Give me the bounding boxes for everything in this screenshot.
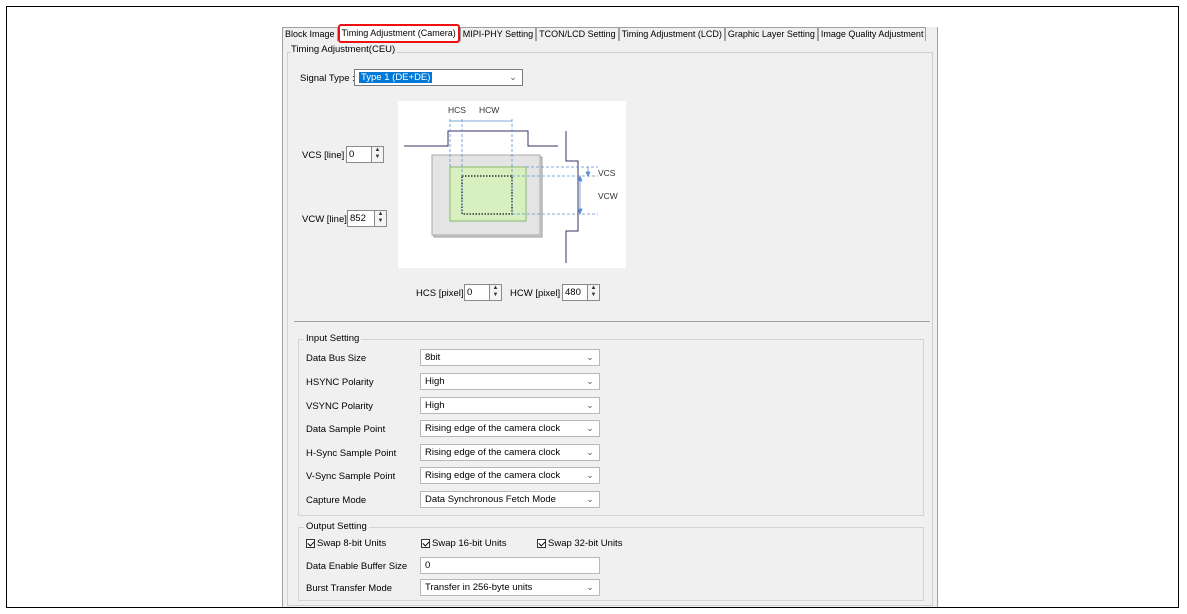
data-bus-size-label: Data Bus Size <box>306 353 367 364</box>
hcs-value: 0 <box>467 287 473 298</box>
hsync-polarity-value: High <box>425 376 445 387</box>
tab-bar: Block Image Timing Adjustment (Camera) M… <box>282 24 927 43</box>
capture-mode-value: Data Synchronous Fetch Mode <box>425 494 556 505</box>
checkbox-checked-icon <box>306 539 315 548</box>
hcw-value: 480 <box>565 287 581 298</box>
tab-mipi-phy-setting[interactable]: MIPI-PHY Setting <box>459 27 537 41</box>
spin-arrows-icon[interactable]: ▲ ▼ <box>371 147 383 162</box>
vcw-spinner[interactable]: 852 ▲ ▼ <box>347 210 387 227</box>
signal-type-label: Signal Type : <box>300 73 355 84</box>
chevron-down-icon: ⌄ <box>586 582 594 592</box>
chevron-down-icon: ⌄ <box>586 447 594 457</box>
data-bus-size-select[interactable]: 8bit ⌄ <box>420 349 600 366</box>
checkbox-checked-icon <box>537 539 546 548</box>
swap-8bit-label: Swap 8-bit Units <box>317 538 387 549</box>
output-setting-title: Output Setting <box>304 521 369 532</box>
tab-image-quality-adjustment[interactable]: Image Quality Adjustment <box>817 27 927 41</box>
vcs-diagram-label: VCS <box>598 168 616 178</box>
chevron-down-icon: ⌄ <box>586 494 594 504</box>
vsync-polarity-label: VSYNC Polarity <box>306 401 374 412</box>
hcs-label: HCS [pixel] <box>416 288 464 299</box>
vcs-value: 0 <box>349 149 355 160</box>
timing-diagram: HCS HCW VCS VCW <box>398 101 626 268</box>
capture-mode-select[interactable]: Data Synchronous Fetch Mode ⌄ <box>420 491 600 508</box>
chevron-down-icon: ⌄ <box>586 423 594 433</box>
hcs-diagram-label: HCS <box>448 105 466 115</box>
data-sample-point-label: Data Sample Point <box>306 424 386 435</box>
swap-32bit-checkbox[interactable]: Swap 32-bit Units <box>537 538 622 549</box>
hcw-spinner[interactable]: 480 ▲ ▼ <box>562 284 600 301</box>
spin-arrows-icon[interactable]: ▲ ▼ <box>587 285 599 300</box>
vcw-value: 852 <box>350 213 366 224</box>
input-setting-title: Input Setting <box>304 333 362 344</box>
vcw-diagram-label: VCW <box>598 191 618 201</box>
burst-transfer-mode-value: Transfer in 256-byte units <box>425 582 533 593</box>
swap-8bit-checkbox[interactable]: Swap 8-bit Units <box>306 538 386 549</box>
divider <box>294 321 930 322</box>
data-enable-buffer-size-input[interactable]: 0 <box>420 557 600 574</box>
swap-16bit-checkbox[interactable]: Swap 16-bit Units <box>421 538 506 549</box>
tab-block-image[interactable]: Block Image <box>282 27 338 41</box>
hsync-polarity-label: HSYNC Polarity <box>306 377 374 388</box>
burst-transfer-mode-label: Burst Transfer Mode <box>306 583 393 594</box>
data-bus-size-value: 8bit <box>425 352 441 363</box>
data-sample-point-value: Rising edge of the camera clock <box>425 423 561 434</box>
chevron-down-icon: ⌄ <box>586 376 594 386</box>
h-sync-sample-point-label: H-Sync Sample Point <box>306 448 397 459</box>
tab-tcon-lcd-setting[interactable]: TCON/LCD Setting <box>536 27 619 41</box>
tab-timing-adjustment-camera[interactable]: Timing Adjustment (Camera) <box>337 24 460 43</box>
hcw-diagram-label: HCW <box>479 105 499 115</box>
capture-mode-label: Capture Mode <box>306 495 367 506</box>
h-sync-sample-point-select[interactable]: Rising edge of the camera clock ⌄ <box>420 444 600 461</box>
checkbox-checked-icon <box>421 539 430 548</box>
signal-type-select[interactable]: Type 1 (DE+DE) ⌄ <box>354 69 523 86</box>
spin-arrows-icon[interactable]: ▲ ▼ <box>489 285 501 300</box>
input-setting-group <box>298 339 924 516</box>
h-sync-sample-point-value: Rising edge of the camera clock <box>425 447 561 458</box>
vcs-label: VCS [line] <box>302 150 345 161</box>
vcs-spinner[interactable]: 0 ▲ ▼ <box>346 146 384 163</box>
chevron-down-icon: ⌄ <box>509 72 517 82</box>
tab-timing-adjustment-lcd[interactable]: Timing Adjustment (LCD) <box>618 27 725 41</box>
spin-arrows-icon[interactable]: ▲ ▼ <box>374 211 386 226</box>
hcw-label: HCW [pixel] <box>510 288 561 299</box>
swap-32bit-label: Swap 32-bit Units <box>548 538 623 549</box>
v-sync-sample-point-select[interactable]: Rising edge of the camera clock ⌄ <box>420 467 600 484</box>
v-sync-sample-point-label: V-Sync Sample Point <box>306 471 396 482</box>
v-sync-sample-point-value: Rising edge of the camera clock <box>425 470 561 481</box>
chevron-down-icon: ⌄ <box>586 352 594 362</box>
tab-graphic-layer-setting[interactable]: Graphic Layer Setting <box>724 27 818 41</box>
burst-transfer-mode-select[interactable]: Transfer in 256-byte units ⌄ <box>420 579 600 596</box>
data-sample-point-select[interactable]: Rising edge of the camera clock ⌄ <box>420 420 600 437</box>
chevron-down-icon: ⌄ <box>586 400 594 410</box>
vsync-polarity-select[interactable]: High ⌄ <box>420 397 600 414</box>
data-enable-buffer-size-label: Data Enable Buffer Size <box>306 561 408 572</box>
swap-16bit-label: Swap 16-bit Units <box>432 538 507 549</box>
hsync-polarity-select[interactable]: High ⌄ <box>420 373 600 390</box>
panel-title: Timing Adjustment(CEU) <box>291 44 398 55</box>
hcs-spinner[interactable]: 0 ▲ ▼ <box>464 284 502 301</box>
vsync-polarity-value: High <box>425 400 445 411</box>
vcw-label: VCW [line] <box>302 214 347 225</box>
signal-type-value: Type 1 (DE+DE) <box>359 72 433 83</box>
chevron-down-icon: ⌄ <box>586 470 594 480</box>
